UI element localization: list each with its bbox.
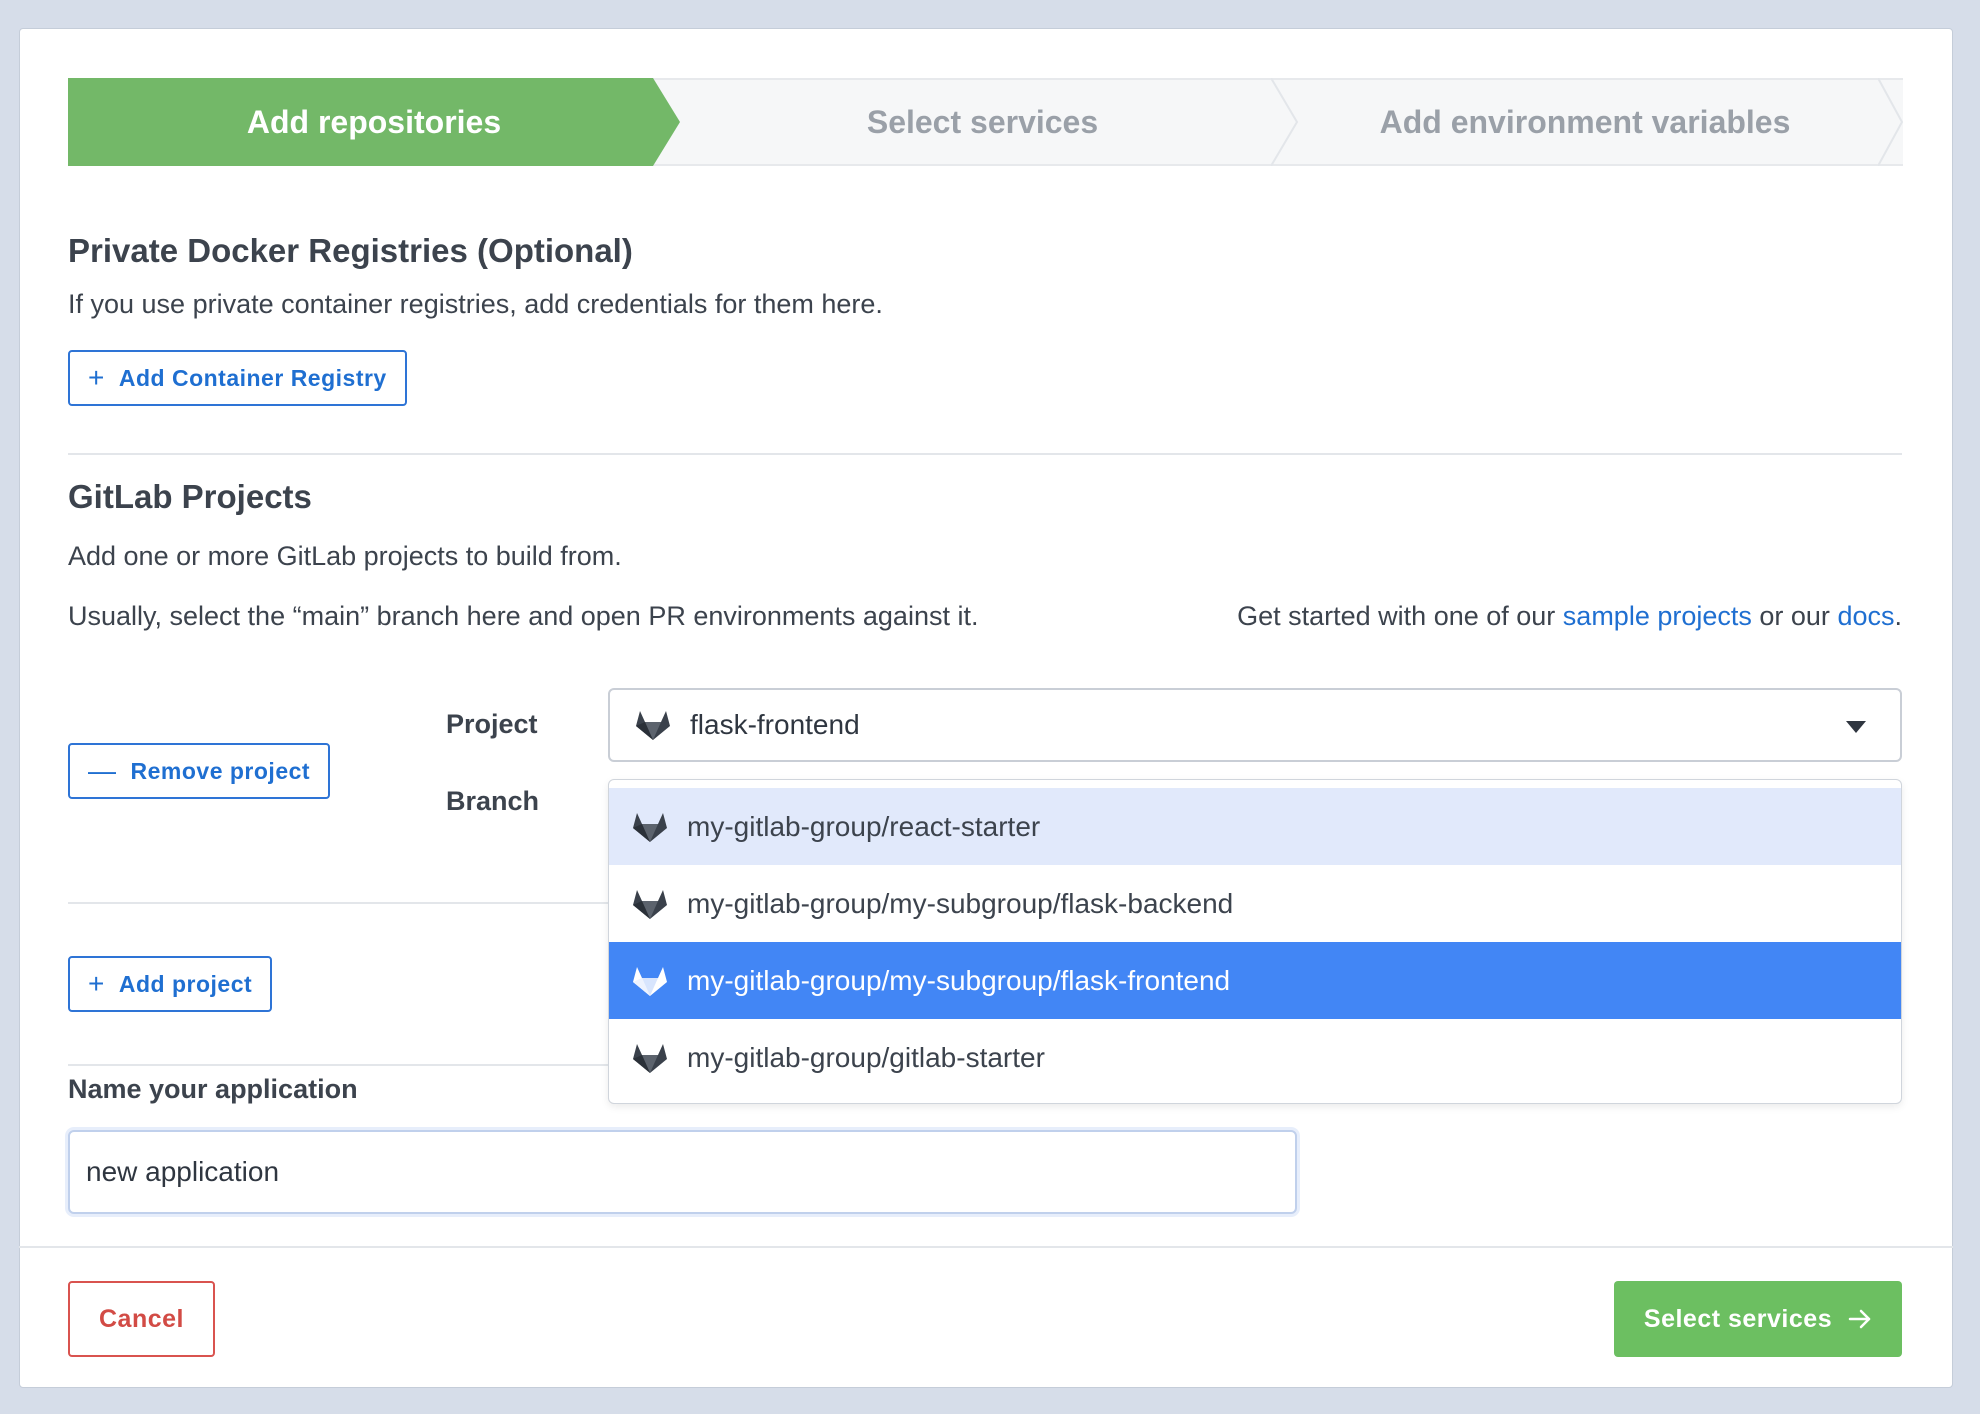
footer-divider — [19, 1246, 1953, 1248]
projects-title: GitLab Projects — [68, 478, 312, 515]
minus-icon: — — [88, 755, 117, 786]
remove-project-button[interactable]: — Remove project — [68, 743, 331, 799]
option-label: my-gitlab-group/my-subgroup/flask-fronte… — [687, 964, 1231, 996]
dropdown-option-selected[interactable]: my-gitlab-group/my-subgroup/flask-fronte… — [609, 942, 1901, 1019]
plus-icon: + — [88, 362, 105, 393]
button-label: Add project — [118, 970, 253, 997]
selected-project: flask-frontend — [690, 709, 860, 740]
sample-projects-link[interactable]: sample projects — [1563, 601, 1752, 631]
add-project-button[interactable]: + Add project — [68, 956, 273, 1012]
step-label: Add repositories — [246, 103, 502, 140]
docs-link[interactable]: docs — [1837, 601, 1894, 631]
dropdown-option[interactable]: my-gitlab-group/my-subgroup/flask-backen… — [609, 865, 1901, 942]
registries-title: Private Docker Registries (Optional) — [68, 232, 633, 269]
gitlab-fox-icon — [633, 812, 667, 842]
button-label: Select services — [1643, 1304, 1833, 1333]
dropdown-option[interactable]: my-gitlab-group/gitlab-starter — [609, 1019, 1901, 1096]
gitlab-fox-icon — [633, 1043, 667, 1073]
arrow-right-icon — [1848, 1309, 1871, 1329]
chevron-down-icon[interactable] — [1846, 721, 1866, 733]
projects-hint: Usually, select the “main” branch here a… — [68, 601, 979, 631]
project-label: Project — [446, 709, 538, 739]
get-started-text: Get started with one of our sample proje… — [1237, 601, 1902, 631]
dropdown-option[interactable]: my-gitlab-group/react-starter — [609, 788, 1901, 865]
option-label: my-gitlab-group/my-subgroup/flask-backen… — [687, 887, 1234, 919]
section-divider — [68, 1064, 608, 1066]
stepper: Add repositories Select services Add env… — [68, 78, 1904, 166]
app-name-input[interactable]: new application — [68, 1130, 1297, 1214]
input-value: new application — [86, 1156, 280, 1187]
select-services-button[interactable]: Select services — [1614, 1281, 1902, 1357]
section-divider — [68, 453, 1902, 455]
step-label: Add environment variables — [1379, 103, 1791, 140]
step-select-services[interactable]: Select services — [680, 78, 1285, 166]
gitlab-fox-icon — [636, 711, 670, 740]
add-container-registry-button[interactable]: + Add Container Registry — [68, 350, 407, 406]
plus-icon: + — [88, 968, 105, 999]
option-label: my-gitlab-group/gitlab-starter — [687, 1041, 1045, 1073]
app-name-label: Name your application — [68, 1074, 358, 1104]
step-label: Select services — [866, 103, 1099, 140]
step-add-environment-variables[interactable]: Add environment variables — [1285, 78, 1885, 166]
cancel-button[interactable]: Cancel — [68, 1281, 215, 1357]
branch-label: Branch — [446, 786, 540, 816]
gitlab-fox-icon — [633, 966, 667, 996]
section-divider — [68, 902, 608, 904]
button-label: Remove project — [130, 757, 311, 784]
project-dropdown-menu: my-gitlab-group/react-starter my-gitlab-… — [608, 779, 1902, 1104]
gitlab-fox-icon — [633, 889, 667, 919]
project-select[interactable]: flask-frontend — [608, 688, 1902, 762]
registries-description: If you use private container registries,… — [68, 289, 883, 319]
step-add-repositories[interactable]: Add repositories — [68, 78, 680, 166]
button-label: Add Container Registry — [118, 364, 387, 391]
projects-description: Add one or more GitLab projects to build… — [68, 541, 622, 571]
option-label: my-gitlab-group/react-starter — [687, 810, 1041, 842]
button-label: Cancel — [99, 1304, 184, 1333]
